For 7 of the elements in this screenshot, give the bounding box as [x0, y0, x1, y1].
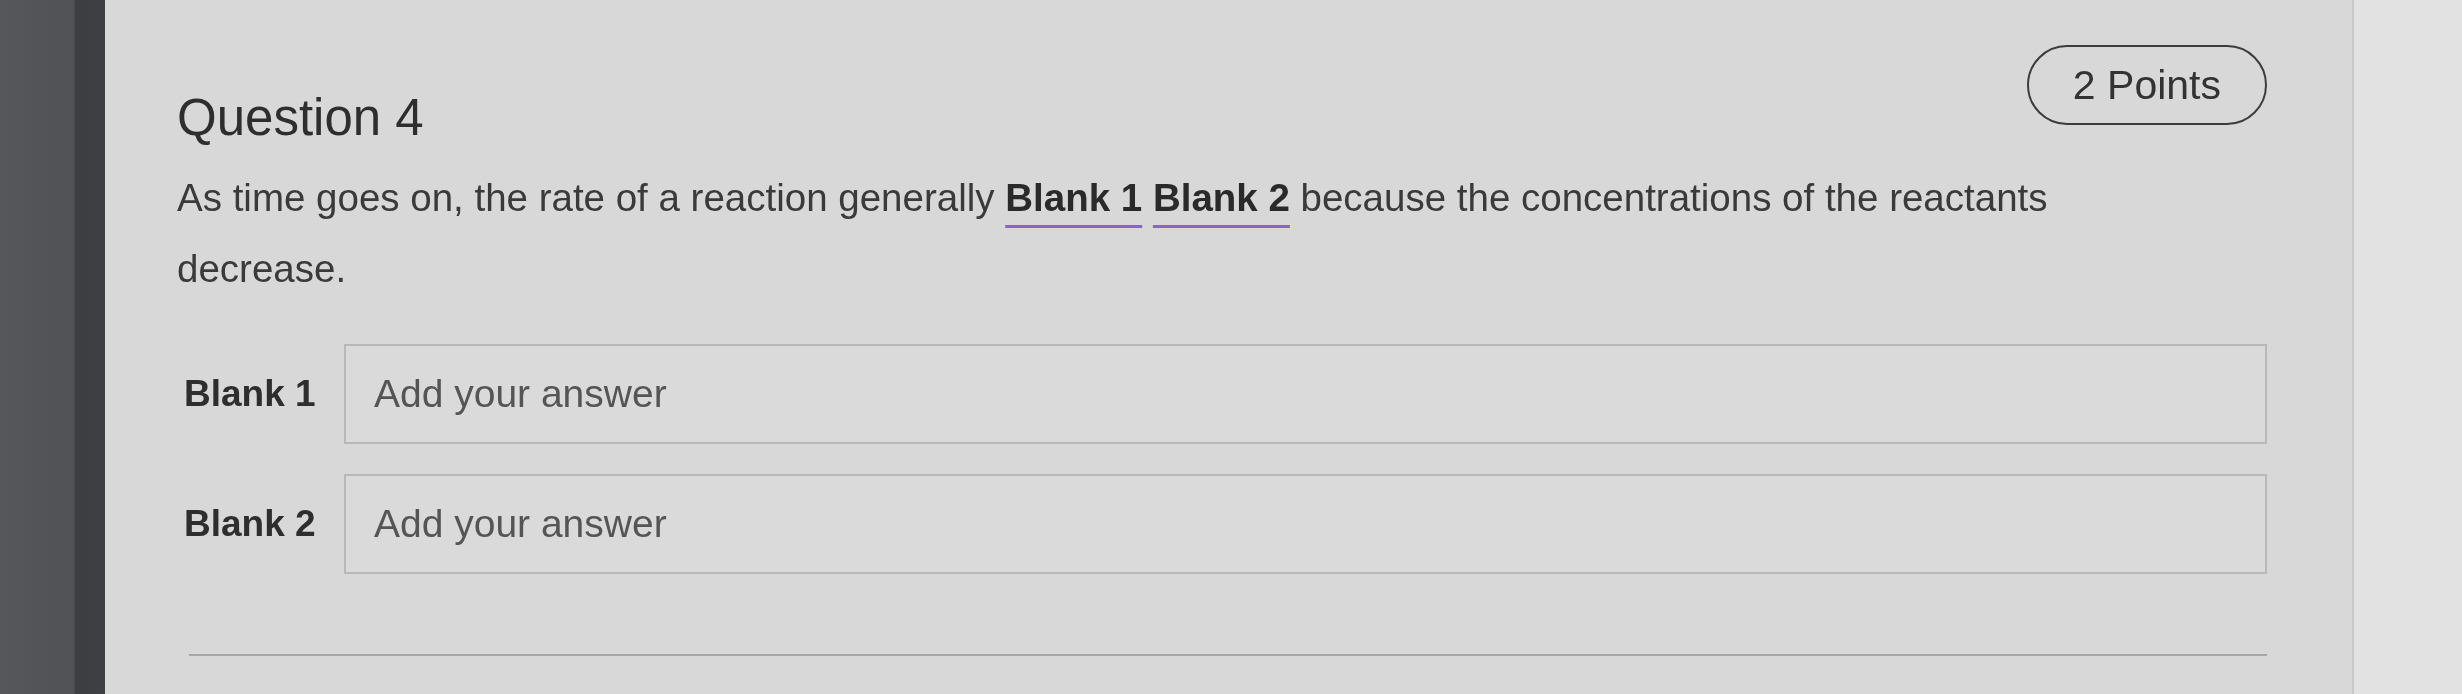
answer-field[interactable]: Add your answer [344, 474, 2267, 575]
blank-label: Blank 1 [183, 373, 317, 416]
question-title: Question 4 [177, 88, 424, 148]
question-text: As time goes on, the rate of a reaction generally Blank 1 Blank 2 because the concentrations of the reactants decrease. [177, 175, 2049, 293]
points-badge: 2 Points [2026, 45, 2267, 125]
blank-label: Blank 2 [183, 503, 317, 546]
answer-field[interactable]: Add your answer [344, 344, 2267, 445]
